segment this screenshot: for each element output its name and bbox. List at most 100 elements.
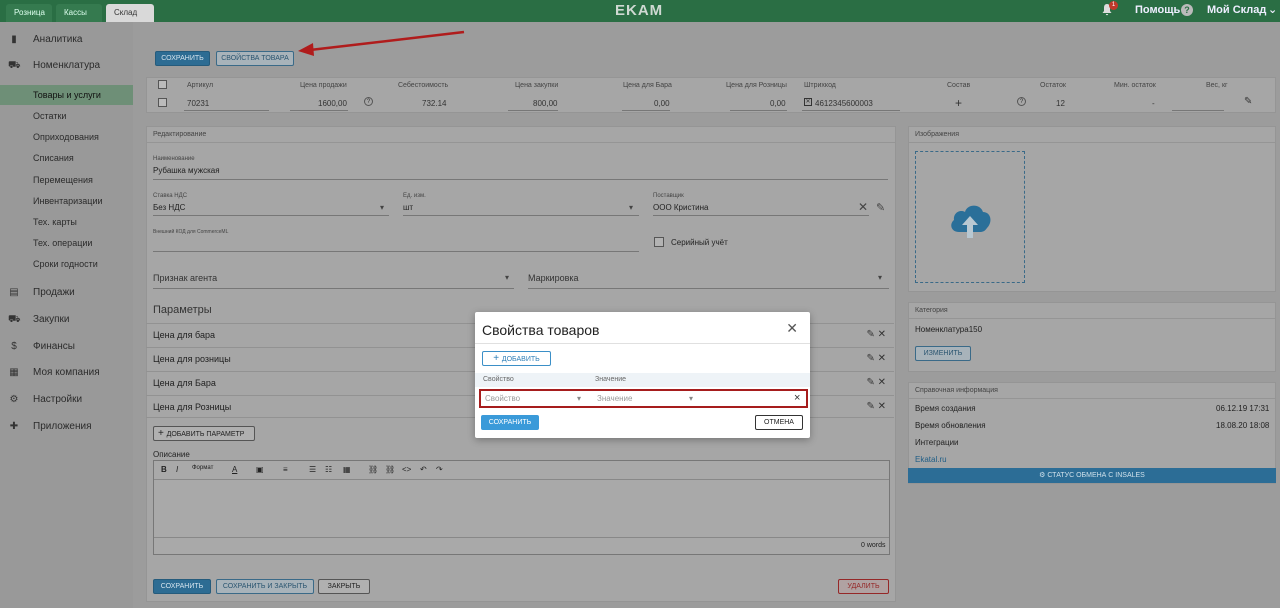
numbered-list-icon[interactable]: ☷ xyxy=(325,465,332,474)
save-button[interactable]: Сохранить xyxy=(153,579,211,594)
sidebar-item-transfers[interactable]: Перемещения xyxy=(0,170,133,190)
chevron-down-icon[interactable]: ▾ xyxy=(689,394,693,403)
cell-bar-price[interactable]: 0,00 xyxy=(654,99,670,108)
cloud-upload-icon[interactable] xyxy=(947,198,993,244)
vat-select[interactable]: Без НДС xyxy=(153,203,185,212)
undo-icon[interactable]: ↶ xyxy=(420,465,427,474)
vat-label: Ставка НДС xyxy=(153,193,188,199)
dropdown-arrow-icon[interactable]: ▾ xyxy=(629,203,633,212)
link-icon[interactable]: ⛓ xyxy=(368,465,378,474)
serial-checkbox[interactable] xyxy=(654,237,664,247)
edit-delete-icons[interactable]: ✎ ✕ xyxy=(866,329,886,340)
cell-purchase-price[interactable]: 800,00 xyxy=(533,99,557,108)
agent-select[interactable]: Признак агента xyxy=(153,273,217,283)
sidebar-item-writeoffs[interactable]: Списания xyxy=(0,148,133,168)
redo-icon[interactable]: ↷ xyxy=(436,465,443,474)
add-property-button[interactable]: + Добавить xyxy=(482,351,551,366)
info-icon[interactable]: ? xyxy=(364,97,373,106)
sidebar-item-purchases[interactable]: ⛟ Закупки xyxy=(0,310,133,330)
info-icon[interactable]: ? xyxy=(1017,97,1026,106)
sidebar-item-stock[interactable]: Остатки xyxy=(0,106,133,126)
account-menu[interactable]: Мой Склад xyxy=(1207,4,1266,16)
modal-save-button[interactable]: Сохранить xyxy=(481,415,539,430)
sidebar-item-inventory[interactable]: Инвентаризации xyxy=(0,191,133,211)
edit-delete-icons[interactable]: ✎ ✕ xyxy=(866,353,886,364)
divider xyxy=(475,343,810,344)
sidebar-item-nomenclature[interactable]: ⛟ Номенклатура xyxy=(0,56,133,76)
bold-icon[interactable]: B xyxy=(161,465,167,474)
cell-article[interactable]: 70231 xyxy=(187,99,209,108)
pencil-icon[interactable]: ✎ xyxy=(1244,96,1252,107)
delete-button[interactable]: Удалить xyxy=(838,579,889,594)
edit-delete-icons[interactable]: ✎ ✕ xyxy=(866,401,886,412)
sidebar-item-label: Сроки годности xyxy=(33,259,98,269)
sidebar-item-products[interactable]: Товары и услуги xyxy=(0,85,133,105)
pencil-icon[interactable]: ✎ xyxy=(876,201,885,214)
add-composition-icon[interactable]: + xyxy=(955,96,962,110)
sidebar-item-finance[interactable]: $ Финансы xyxy=(0,337,133,357)
name-field[interactable]: Рубашка мужская xyxy=(153,166,220,175)
edit-delete-icons[interactable]: ✎ ✕ xyxy=(866,377,886,388)
external-code-input[interactable] xyxy=(153,251,639,252)
help-link[interactable]: Помощь xyxy=(1135,4,1180,16)
select-all-checkbox[interactable] xyxy=(158,80,167,89)
sidebar-item-analytics[interactable]: ▮ Аналитика xyxy=(0,30,133,50)
supplier-select[interactable]: ООО Кристина xyxy=(653,203,708,212)
format-select[interactable]: Формат xyxy=(192,465,213,471)
dropdown-arrow-icon[interactable]: ▾ xyxy=(380,203,384,212)
insales-status-button[interactable]: ⚙ Статус обмена с InSales xyxy=(908,468,1276,483)
sidebar-item-sales[interactable]: ▤ Продажи xyxy=(0,283,133,303)
cell-min-stock[interactable]: - xyxy=(1152,99,1155,108)
align-icon[interactable]: ≡ xyxy=(283,465,288,474)
divider xyxy=(908,398,1276,399)
cell-sale-price[interactable]: 1600,00 xyxy=(318,99,347,108)
code-icon[interactable]: <> xyxy=(402,465,411,474)
marking-select[interactable]: Маркировка xyxy=(528,273,579,283)
sidebar-item-label: Списания xyxy=(33,153,74,163)
remove-row-icon[interactable]: × xyxy=(794,392,800,404)
highlight-icon[interactable]: ▣ xyxy=(256,465,264,474)
change-category-button[interactable]: Изменить xyxy=(915,346,971,361)
cell-retail-price[interactable]: 0,00 xyxy=(770,99,786,108)
sidebar-item-label: Моя компания xyxy=(33,367,100,378)
sidebar-item-settings[interactable]: ⚙ Настройки xyxy=(0,390,133,410)
unlink-icon[interactable]: ⛓ xyxy=(385,465,395,474)
dropdown-arrow-icon[interactable]: ▾ xyxy=(505,273,509,282)
chevron-down-icon[interactable]: ▾ xyxy=(577,394,581,403)
italic-icon[interactable]: I xyxy=(176,465,178,474)
property-select[interactable]: Свойство xyxy=(485,394,520,403)
bullet-list-icon[interactable]: ☰ xyxy=(309,465,316,474)
tab-warehouse[interactable]: Склад xyxy=(106,4,154,22)
sidebar-item-tech-ops[interactable]: Тех. операции xyxy=(0,233,133,253)
clear-icon[interactable]: ✕ xyxy=(858,200,868,214)
chevron-down-icon[interactable]: ⌄ xyxy=(1268,3,1277,16)
tab-retail[interactable]: Розница xyxy=(6,4,52,22)
modal-cancel-button[interactable]: Отмена xyxy=(755,415,803,430)
value-select[interactable]: Значение xyxy=(597,394,632,403)
sidebar-item-receipts[interactable]: Оприходования xyxy=(0,127,133,147)
product-properties-button[interactable]: Свойства товара xyxy=(216,51,294,66)
modal-title: Свойства товаров xyxy=(482,322,600,338)
integration-link[interactable]: Ekatal.ru xyxy=(915,455,947,464)
row-checkbox[interactable] xyxy=(158,98,167,107)
save-close-button[interactable]: Сохранить и закрыть xyxy=(216,579,314,594)
puzzle-icon: ✚ xyxy=(9,421,19,432)
sidebar-item-apps[interactable]: ✚ Приложения xyxy=(0,417,133,437)
table-icon[interactable]: ▦ xyxy=(343,465,351,474)
help-icon[interactable]: ? xyxy=(1181,4,1193,16)
dropdown-arrow-icon[interactable]: ▾ xyxy=(878,273,882,282)
divider xyxy=(403,215,639,216)
sidebar-item-company[interactable]: ▦ Моя компания xyxy=(0,363,133,383)
sidebar-item-expiry[interactable]: Сроки годности xyxy=(0,254,133,274)
params-title: Параметры xyxy=(153,304,212,316)
sidebar-item-tech-cards[interactable]: Тех. карты xyxy=(0,212,133,232)
close-button[interactable]: Закрыть xyxy=(318,579,370,594)
close-icon[interactable]: ✕ xyxy=(786,320,798,337)
save-button[interactable]: Сохранить xyxy=(155,51,210,66)
tab-cash[interactable]: Кассы xyxy=(56,4,102,22)
font-color-icon[interactable]: A xyxy=(232,465,237,474)
gear-icon: ⚙ xyxy=(9,394,19,405)
cell-barcode[interactable]: 4612345600003 xyxy=(815,99,873,108)
unit-select[interactable]: шт xyxy=(403,203,413,212)
add-param-button[interactable]: + Добавить параметр xyxy=(153,426,255,441)
